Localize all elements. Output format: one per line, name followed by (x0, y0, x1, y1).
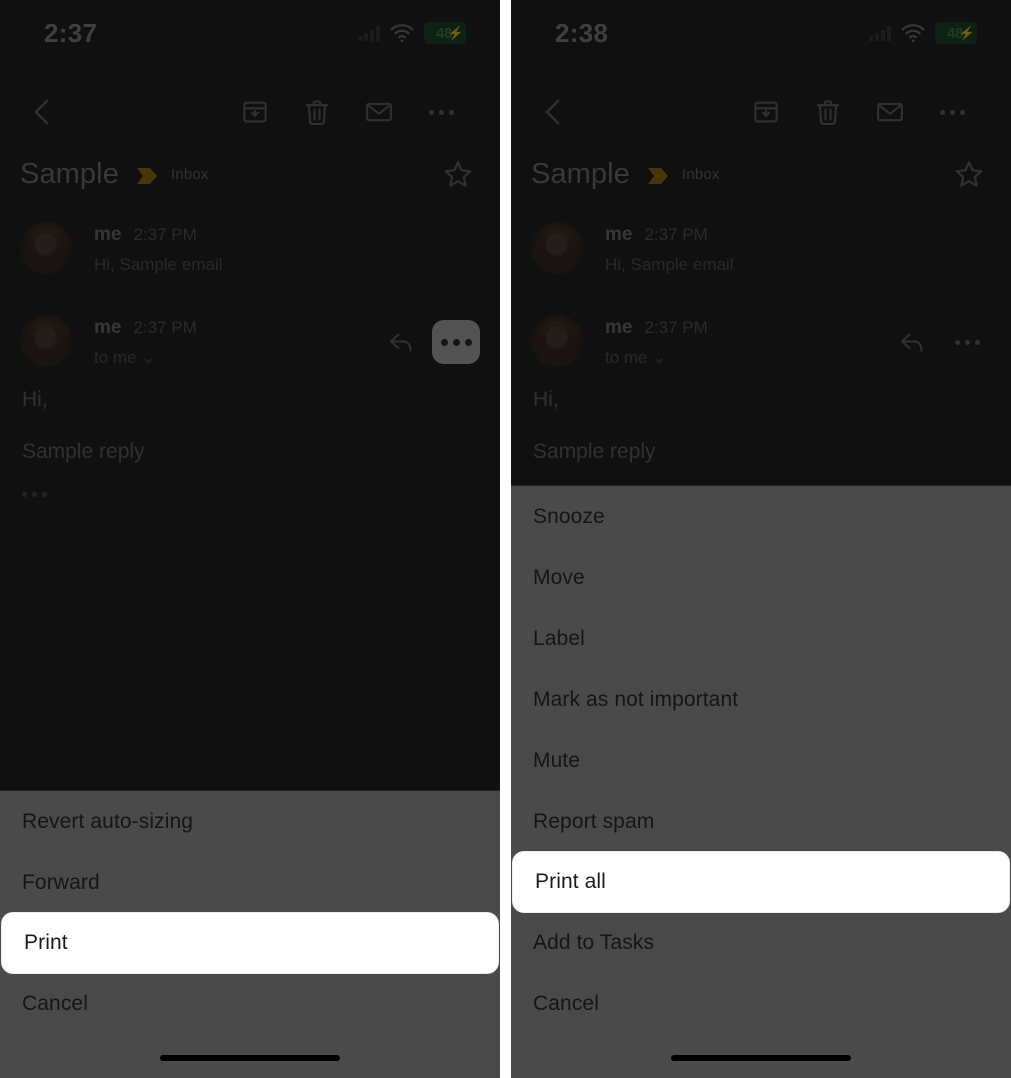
message-header[interactable]: me 2:37 PM Hi, Sample email (0, 222, 500, 275)
status-bar-indicators: 48 ⚡ (358, 20, 466, 46)
message-snippet: Hi, Sample email (605, 255, 734, 274)
label-chip-inbox[interactable]: Inbox (682, 166, 720, 183)
message-sender: me (94, 224, 122, 245)
message-sender: me (605, 224, 633, 245)
avatar (20, 222, 72, 274)
message-time: 2:37 PM (133, 318, 197, 337)
message-sender-line: me 2:37 PM (94, 224, 480, 246)
wifi-icon (900, 20, 926, 46)
sheet-item-move[interactable]: Move (511, 547, 1011, 608)
home-indicator (671, 1055, 851, 1061)
sheet-item-forward[interactable]: Forward (0, 852, 500, 913)
reply-button[interactable] (378, 319, 424, 365)
subject-title: Sample (531, 157, 630, 190)
battery-indicator: 48 ⚡ (935, 22, 977, 44)
importance-marker-icon (646, 166, 668, 184)
status-bar: 2:38 48 ⚡ (511, 0, 1011, 66)
message-more-button[interactable] (943, 320, 991, 364)
message-sender-line: me 2:37 PM (94, 317, 378, 339)
label-chip-inbox[interactable]: Inbox (171, 166, 209, 183)
sheet-item-print-all[interactable]: Print all (513, 852, 1009, 912)
home-indicator (160, 1055, 340, 1061)
message-snippet: to me ⌄ (605, 348, 667, 367)
phone-screen-left: 2:37 48 ⚡ Sample Inbox me 2:37 PM Hi, Sample em… (0, 0, 500, 1078)
message-body-line: Hi, (533, 388, 559, 411)
more-options-button[interactable] (921, 88, 983, 136)
importance-marker-icon (135, 166, 157, 184)
message-body: Hi, Sample reply (22, 388, 478, 497)
message-sender-line: me 2:37 PM (605, 317, 889, 339)
message-header[interactable]: me 2:37 PM Hi, Sample email (511, 222, 1011, 275)
options-bottom-sheet: Snooze Move Label Mark as not important Mute… (511, 486, 1011, 1078)
dual-phone-screenshot: 2:37 48 ⚡ Sample Inbox me 2:37 PM Hi, Sample em… (0, 0, 1011, 1078)
archive-button[interactable] (224, 88, 286, 136)
message-header[interactable]: me 2:37 PM to me ⌄ (0, 315, 500, 368)
mark-unread-button[interactable] (859, 88, 921, 136)
wifi-icon (389, 20, 415, 46)
thread-toolbar (511, 84, 1011, 140)
message-actions (889, 315, 991, 365)
message-meta: me 2:37 PM to me ⌄ (94, 315, 378, 368)
message-meta: me 2:37 PM Hi, Sample email (605, 222, 991, 275)
sheet-item-print[interactable]: Print (2, 913, 498, 973)
sheet-item-report-spam[interactable]: Report spam (511, 791, 1011, 852)
sheet-item-add-to-tasks[interactable]: Add to Tasks (511, 912, 1011, 973)
mark-unread-button[interactable] (348, 88, 410, 136)
sheet-item-revert-auto-sizing[interactable]: Revert auto-sizing (0, 791, 500, 852)
message-body-line: Hi, (22, 388, 48, 411)
status-bar-time: 2:38 (555, 17, 609, 48)
message-meta: me 2:37 PM to me ⌄ (605, 315, 889, 368)
message-body-line: Sample reply (22, 440, 145, 463)
battery-charging-icon: ⚡ (447, 25, 464, 41)
message-actions (378, 315, 480, 365)
delete-button[interactable] (797, 88, 859, 136)
message-more-button[interactable] (432, 320, 480, 364)
phone-screen-right: 2:38 48 ⚡ Sample Inbox me 2:37 PM Hi, Sample em… (511, 0, 1011, 1078)
back-chevron-icon[interactable] (529, 95, 579, 129)
status-bar: 2:37 48 ⚡ (0, 0, 500, 66)
star-outline-icon[interactable] (951, 156, 987, 192)
signal-bars-icon (869, 25, 891, 41)
message-body-line: Sample reply (533, 440, 656, 463)
archive-button[interactable] (735, 88, 797, 136)
message-meta: me 2:37 PM Hi, Sample email (94, 222, 480, 275)
message-time: 2:37 PM (133, 225, 197, 244)
message-header[interactable]: me 2:37 PM to me ⌄ (511, 315, 1011, 368)
mail-screen: 2:37 48 ⚡ Sample Inbox me 2:37 PM Hi, Sample em… (0, 0, 500, 1078)
subject-title: Sample (20, 157, 119, 190)
message-time: 2:37 PM (644, 318, 708, 337)
avatar (20, 315, 72, 367)
message-sender: me (605, 317, 633, 338)
battery-charging-icon: ⚡ (958, 25, 975, 41)
sheet-item-cancel[interactable]: Cancel (511, 973, 1011, 1034)
signal-bars-icon (358, 25, 380, 41)
battery-indicator: 48 ⚡ (424, 22, 466, 44)
message-snippet: to me ⌄ (94, 348, 156, 367)
message-sender-line: me 2:37 PM (605, 224, 991, 246)
subject-row: Sample Inbox (0, 148, 500, 200)
options-bottom-sheet: Revert auto-sizing Forward Print Cancel (0, 791, 500, 1078)
message-sender: me (94, 317, 122, 338)
star-outline-icon[interactable] (440, 156, 476, 192)
sheet-item-cancel[interactable]: Cancel (0, 973, 500, 1034)
avatar (531, 315, 583, 367)
subject-row: Sample Inbox (511, 148, 1011, 200)
mail-screen: 2:38 48 ⚡ Sample Inbox me 2:37 PM Hi, Sample em… (511, 0, 1011, 1078)
message-time: 2:37 PM (644, 225, 708, 244)
status-bar-indicators: 48 ⚡ (869, 20, 977, 46)
sheet-item-mark-as-not-important[interactable]: Mark as not important (511, 669, 1011, 730)
message-snippet: Hi, Sample email (94, 255, 223, 274)
sheet-item-snooze[interactable]: Snooze (511, 486, 1011, 547)
avatar (531, 222, 583, 274)
more-options-button[interactable] (410, 88, 472, 136)
back-chevron-icon[interactable] (18, 95, 68, 129)
reply-button[interactable] (889, 319, 935, 365)
thread-toolbar (0, 84, 500, 140)
message-body: Hi, Sample reply (533, 388, 989, 497)
trimmed-content-icon[interactable] (22, 492, 478, 497)
sheet-item-mute[interactable]: Mute (511, 730, 1011, 791)
sheet-item-label[interactable]: Label (511, 608, 1011, 669)
delete-button[interactable] (286, 88, 348, 136)
status-bar-time: 2:37 (44, 17, 98, 48)
